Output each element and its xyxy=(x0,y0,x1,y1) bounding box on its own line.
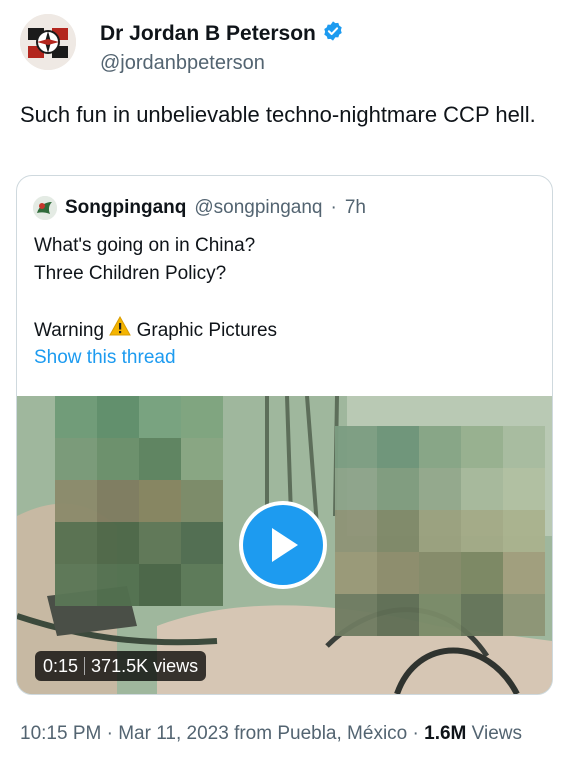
tweet-header: Dr Jordan B Peterson @jordanbpeterson xyxy=(20,14,560,74)
author-avatar[interactable] xyxy=(20,14,76,70)
warning-label: Warning xyxy=(34,320,105,341)
views-count: 1.6M xyxy=(424,723,467,744)
quoted-handle: @songpinganq xyxy=(194,197,323,218)
quoted-display-name: Songpinganq xyxy=(65,197,187,218)
show-thread-link[interactable]: Show this thread xyxy=(34,347,176,369)
quoted-author-avatar xyxy=(33,196,57,220)
video-player[interactable]: 0:15 371.5K views xyxy=(17,396,552,694)
quoted-age: 7h xyxy=(344,197,366,218)
views-label: Views xyxy=(471,723,523,744)
warning-text: Graphic Pictures xyxy=(136,320,278,341)
author-handle[interactable]: @jordanbpeterson xyxy=(100,52,344,75)
quoted-tweet-card[interactable]: Songpinganq @songpinganq · 7h What's goi… xyxy=(16,175,553,695)
footer-dot-2: · xyxy=(412,723,419,744)
meta-separator: · xyxy=(330,197,337,218)
quoted-line-1: What's going on in China? xyxy=(34,235,256,256)
badge-divider xyxy=(84,657,86,675)
tweet-location: from Puebla, México xyxy=(234,723,408,744)
video-info-badge: 0:15 371.5K views xyxy=(35,651,207,681)
quoted-text: What's going on in China? Three Children… xyxy=(34,232,277,345)
video-views: 371.5K views xyxy=(91,655,199,676)
author-display-name[interactable]: Dr Jordan B Peterson xyxy=(100,22,316,46)
footer-dot-1: · xyxy=(106,723,113,744)
play-button[interactable] xyxy=(239,501,327,589)
tweet-text: Such fun in unbelievable techno-nightmar… xyxy=(20,102,536,127)
tweet-footer: 10:15 PM · Mar 11, 2023 from Puebla, Méx… xyxy=(20,723,522,745)
warning-icon xyxy=(109,315,136,341)
quoted-line-2: Three Children Policy? xyxy=(34,263,227,284)
video-duration: 0:15 xyxy=(43,655,79,676)
tweet-date[interactable]: Mar 11, 2023 xyxy=(118,723,229,744)
verified-badge-icon xyxy=(322,20,344,48)
play-icon xyxy=(266,526,300,564)
tweet-time[interactable]: 10:15 PM xyxy=(20,723,101,744)
